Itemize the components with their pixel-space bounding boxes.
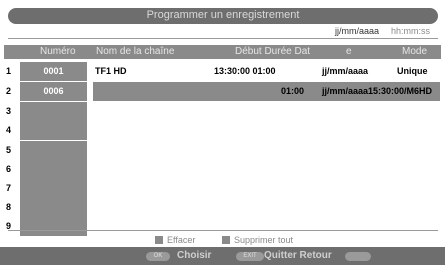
debut-value: 01:00 bbox=[281, 86, 305, 96]
numero-cell: 0001 bbox=[20, 62, 87, 81]
row-index: 1 bbox=[6, 66, 12, 76]
bottom-bar: OK Choisir EXIT Quitter Retour bbox=[0, 247, 445, 265]
row-index: 8 bbox=[6, 202, 12, 212]
table-row[interactable]: 5 bbox=[0, 141, 445, 160]
header-debut: Début Durée Dat bbox=[235, 46, 311, 57]
effacer-legend[interactable]: Effacer bbox=[155, 235, 195, 245]
date-format-hint: jj/mm/aaaa bbox=[335, 26, 380, 36]
effacer-key-icon bbox=[155, 236, 163, 244]
header-chaine: Nom de la chaîne bbox=[96, 46, 175, 57]
table-row-selected[interactable]: 2 0006 01:00 jj/mm/aaaa15:30:00/M6HD bbox=[0, 82, 445, 101]
back-key-icon bbox=[345, 252, 371, 261]
numero-cell bbox=[20, 217, 87, 236]
numero-cell bbox=[20, 141, 87, 160]
debut-value: 13:30:00 01:00 bbox=[214, 66, 276, 76]
title-bar: Programmer un enregistrement bbox=[8, 8, 438, 24]
table-header: Numéro Nom de la chaîne Début Durée Dat … bbox=[4, 45, 441, 59]
row-index: 7 bbox=[6, 183, 12, 193]
choisir-label[interactable]: Choisir bbox=[177, 250, 211, 261]
header-numero: Numéro bbox=[40, 46, 76, 57]
row-index: 6 bbox=[6, 164, 12, 174]
supprimer-tout-legend[interactable]: Supprimer tout bbox=[222, 235, 293, 245]
numero-cell bbox=[20, 102, 87, 121]
date-value: jj/mm/aaaa15:30:00/M6HD bbox=[322, 86, 433, 96]
table-row[interactable]: 4 bbox=[0, 121, 445, 140]
header-mode: Mode bbox=[402, 46, 428, 57]
table-row[interactable]: 6 bbox=[0, 160, 445, 179]
table-row[interactable]: 9 bbox=[0, 217, 445, 236]
table-row[interactable]: 3 bbox=[0, 102, 445, 121]
header-e: e bbox=[346, 46, 352, 57]
supprimer-tout-label: Supprimer tout bbox=[234, 235, 294, 245]
numero-cell bbox=[20, 198, 87, 217]
numero-cell: 0006 bbox=[20, 82, 87, 101]
numero-cell bbox=[20, 121, 87, 140]
table-row[interactable]: 1 0001 TF1 HD 13:30:00 01:00 jj/mm/aaaa … bbox=[0, 62, 445, 81]
quitter-retour-label[interactable]: Quitter Retour bbox=[264, 250, 332, 261]
time-format-hint: hh:mm:ss bbox=[391, 26, 431, 36]
supprimer-key-icon bbox=[222, 236, 230, 244]
mode-value: Unique bbox=[397, 66, 428, 76]
top-divider bbox=[8, 38, 438, 39]
numero-value: 0006 bbox=[43, 86, 64, 96]
table-row[interactable]: 8 bbox=[0, 198, 445, 217]
page-title: Programmer un enregistrement bbox=[146, 9, 300, 21]
row-index: 2 bbox=[6, 86, 12, 96]
effacer-label: Effacer bbox=[167, 235, 196, 245]
chaine-value: TF1 HD bbox=[95, 66, 127, 76]
row-index: 4 bbox=[6, 125, 12, 135]
table-row[interactable]: 7 bbox=[0, 179, 445, 198]
row-index: 5 bbox=[6, 145, 12, 155]
date-value: jj/mm/aaaa bbox=[322, 66, 369, 76]
numero-cell bbox=[20, 179, 87, 198]
exit-key-icon: EXIT bbox=[236, 252, 264, 261]
numero-value: 0001 bbox=[43, 66, 64, 76]
row-index: 3 bbox=[6, 106, 12, 116]
bottom-divider bbox=[8, 230, 438, 231]
numero-cell bbox=[20, 160, 87, 179]
ok-key-icon: OK bbox=[146, 252, 170, 261]
